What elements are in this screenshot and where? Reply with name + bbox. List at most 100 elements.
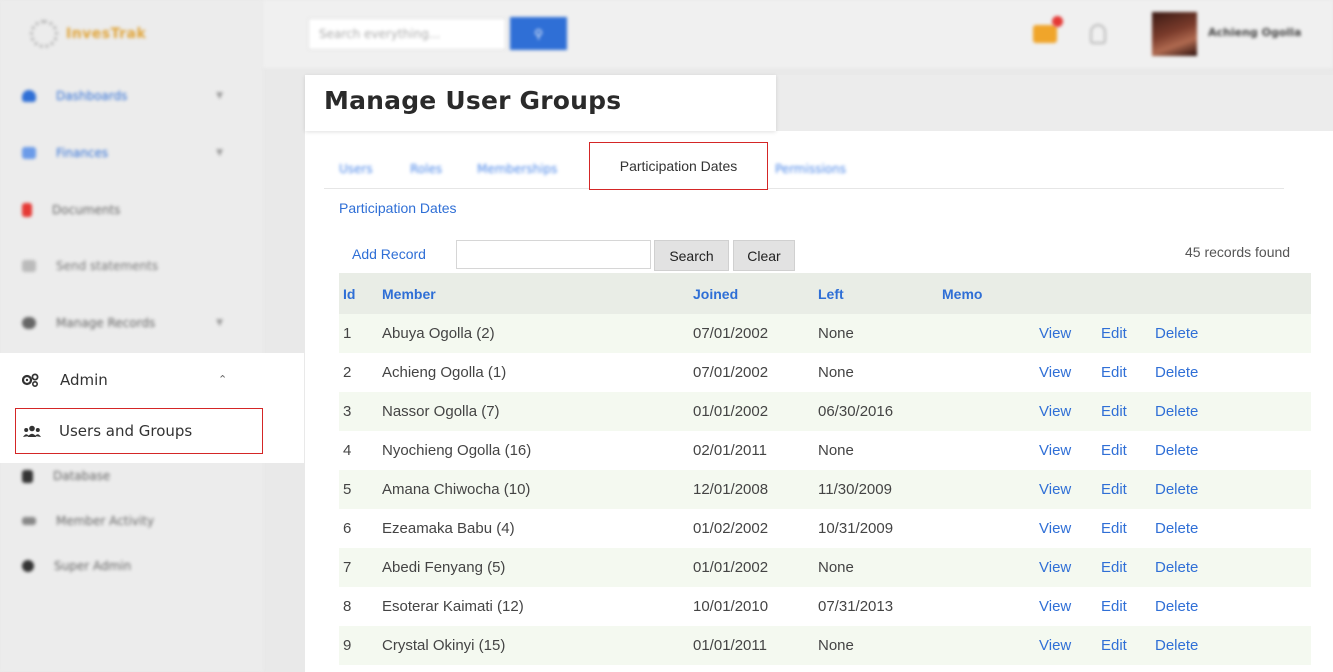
table-row: 8 Esoterar Kaimati (12) 10/01/2010 07/31…	[339, 587, 1311, 626]
cell-id: 4	[343, 442, 352, 459]
cell-joined: 10/01/2010	[693, 598, 769, 615]
table-row: 5 Amana Chiwocha (10) 12/01/2008 11/30/2…	[339, 470, 1311, 509]
table-row: 7 Abedi Fenyang (5) 01/01/2002 None View…	[339, 548, 1311, 587]
edit-link[interactable]: Edit	[1101, 325, 1127, 342]
table-row: 6 Ezeamaka Babu (4) 01/02/2002 10/31/200…	[339, 509, 1311, 548]
table-row: 2 Achieng Ogolla (1) 07/01/2002 None Vie…	[339, 353, 1311, 392]
bell-icon[interactable]	[1090, 24, 1106, 44]
edit-link[interactable]: Edit	[1101, 559, 1127, 576]
cell-id: 3	[343, 403, 352, 420]
cell-member: Abedi Fenyang (5)	[382, 559, 506, 576]
view-link[interactable]: View	[1039, 559, 1071, 576]
column-header-member[interactable]: Member	[382, 286, 436, 302]
gears-icon	[22, 373, 39, 387]
app-logo[interactable]: InvesTrak	[30, 10, 200, 58]
cell-joined: 01/01/2002	[693, 403, 769, 420]
edit-link[interactable]: Edit	[1101, 403, 1127, 420]
delete-link[interactable]: Delete	[1155, 637, 1198, 654]
sidebar-item-super-admin[interactable]: Super Admin	[0, 546, 263, 586]
delete-link[interactable]: Delete	[1155, 442, 1198, 459]
view-link[interactable]: View	[1039, 481, 1071, 498]
sidebar-item-manage-records[interactable]: Manage Records ▼	[0, 303, 263, 343]
search-input[interactable]	[456, 240, 651, 269]
tab-participation-dates[interactable]: Participation Dates	[589, 142, 768, 190]
tab-users[interactable]: Users	[339, 162, 373, 176]
delete-link[interactable]: Delete	[1155, 325, 1198, 342]
sidebar-item-admin[interactable]: Admin ⌃	[0, 353, 263, 406]
cell-left: None	[818, 325, 854, 342]
view-link[interactable]: View	[1039, 364, 1071, 381]
sidebar-item-users-and-groups[interactable]: Users and Groups	[15, 408, 263, 454]
column-header-joined[interactable]: Joined	[693, 286, 738, 302]
admin-menu-panel: Admin ⌃ Users and Groups	[0, 353, 304, 463]
global-search-input[interactable]: Search everything...	[308, 18, 506, 50]
sidebar-item-member-activity[interactable]: Member Activity	[0, 501, 263, 541]
table-row: 3 Nassor Ogolla (7) 01/01/2002 06/30/201…	[339, 392, 1311, 431]
tab-memberships[interactable]: Memberships	[477, 162, 557, 176]
edit-link[interactable]: Edit	[1101, 637, 1127, 654]
delete-link[interactable]: Delete	[1155, 520, 1198, 537]
sidebar-item-label: Documents	[52, 203, 121, 217]
cell-joined: 01/01/2002	[693, 559, 769, 576]
edit-link[interactable]: Edit	[1101, 364, 1127, 381]
cell-left: 07/31/2013	[818, 598, 894, 615]
sidebar-item-label: Dashboards	[56, 89, 128, 103]
sidebar-item-label: Finances	[56, 146, 109, 160]
cloud-icon	[22, 90, 36, 102]
add-record-link[interactable]: Add Record	[352, 246, 426, 262]
tab-permissions[interactable]: Permissions	[775, 162, 846, 176]
cell-joined: 07/01/2002	[693, 364, 769, 381]
view-link[interactable]: View	[1039, 403, 1071, 420]
cell-left: None	[818, 637, 854, 654]
cell-left: 10/31/2009	[818, 520, 894, 537]
table-row: 1 Abuya Ogolla (2) 07/01/2002 None View …	[339, 314, 1311, 353]
cell-left: 06/30/2016	[818, 403, 894, 420]
view-link[interactable]: View	[1039, 598, 1071, 615]
notification-dot	[1052, 16, 1063, 27]
delete-link[interactable]: Delete	[1155, 481, 1198, 498]
delete-link[interactable]: Delete	[1155, 559, 1198, 576]
sidebar-item-send-statements[interactable]: Send statements	[0, 246, 263, 286]
view-link[interactable]: View	[1039, 325, 1071, 342]
messages-icon[interactable]	[1033, 25, 1057, 43]
view-link[interactable]: View	[1039, 637, 1071, 654]
section-title: Participation Dates	[339, 200, 457, 216]
view-link[interactable]: View	[1039, 520, 1071, 537]
sidebar-item-label: Database	[53, 469, 111, 483]
tab-roles[interactable]: Roles	[410, 162, 442, 176]
edit-link[interactable]: Edit	[1101, 598, 1127, 615]
table-row: 4 Nyochieng Ogolla (16) 02/01/2011 None …	[339, 431, 1311, 470]
edit-link[interactable]: Edit	[1101, 442, 1127, 459]
avatar[interactable]	[1152, 12, 1197, 56]
column-header-memo[interactable]: Memo	[942, 286, 982, 302]
globe-icon	[22, 560, 34, 572]
cell-id: 5	[343, 481, 352, 498]
tabs-divider	[324, 188, 1284, 189]
file-icon	[22, 203, 32, 217]
user-name[interactable]: Achieng Ogolla	[1208, 26, 1301, 39]
search-button[interactable]: Search	[654, 240, 729, 271]
cell-id: 1	[343, 325, 352, 342]
logo-text: InvesTrak	[66, 26, 147, 42]
delete-link[interactable]: Delete	[1155, 598, 1198, 615]
column-header-left[interactable]: Left	[818, 286, 844, 302]
delete-link[interactable]: Delete	[1155, 403, 1198, 420]
clear-button[interactable]: Clear	[733, 240, 795, 271]
search-icon: ⚲	[534, 26, 543, 41]
cell-joined: 02/01/2011	[693, 442, 767, 459]
sidebar-item-label: Send statements	[56, 259, 159, 273]
sidebar-item-documents[interactable]: Documents	[0, 190, 263, 230]
cell-left: None	[818, 559, 854, 576]
sidebar-item-dashboards[interactable]: Dashboards ▼	[0, 76, 263, 116]
sidebar-item-finances[interactable]: Finances ▼	[0, 133, 263, 173]
global-search-button[interactable]: ⚲	[510, 17, 567, 50]
column-header-id[interactable]: Id	[343, 286, 355, 302]
view-link[interactable]: View	[1039, 442, 1071, 459]
edit-link[interactable]: Edit	[1101, 520, 1127, 537]
cell-joined: 07/01/2002	[693, 325, 769, 342]
users-icon	[23, 425, 41, 437]
chevron-up-icon[interactable]: ⌃	[218, 373, 227, 386]
edit-link[interactable]: Edit	[1101, 481, 1127, 498]
sidebar-item-label: Users and Groups	[59, 422, 193, 440]
delete-link[interactable]: Delete	[1155, 364, 1198, 381]
